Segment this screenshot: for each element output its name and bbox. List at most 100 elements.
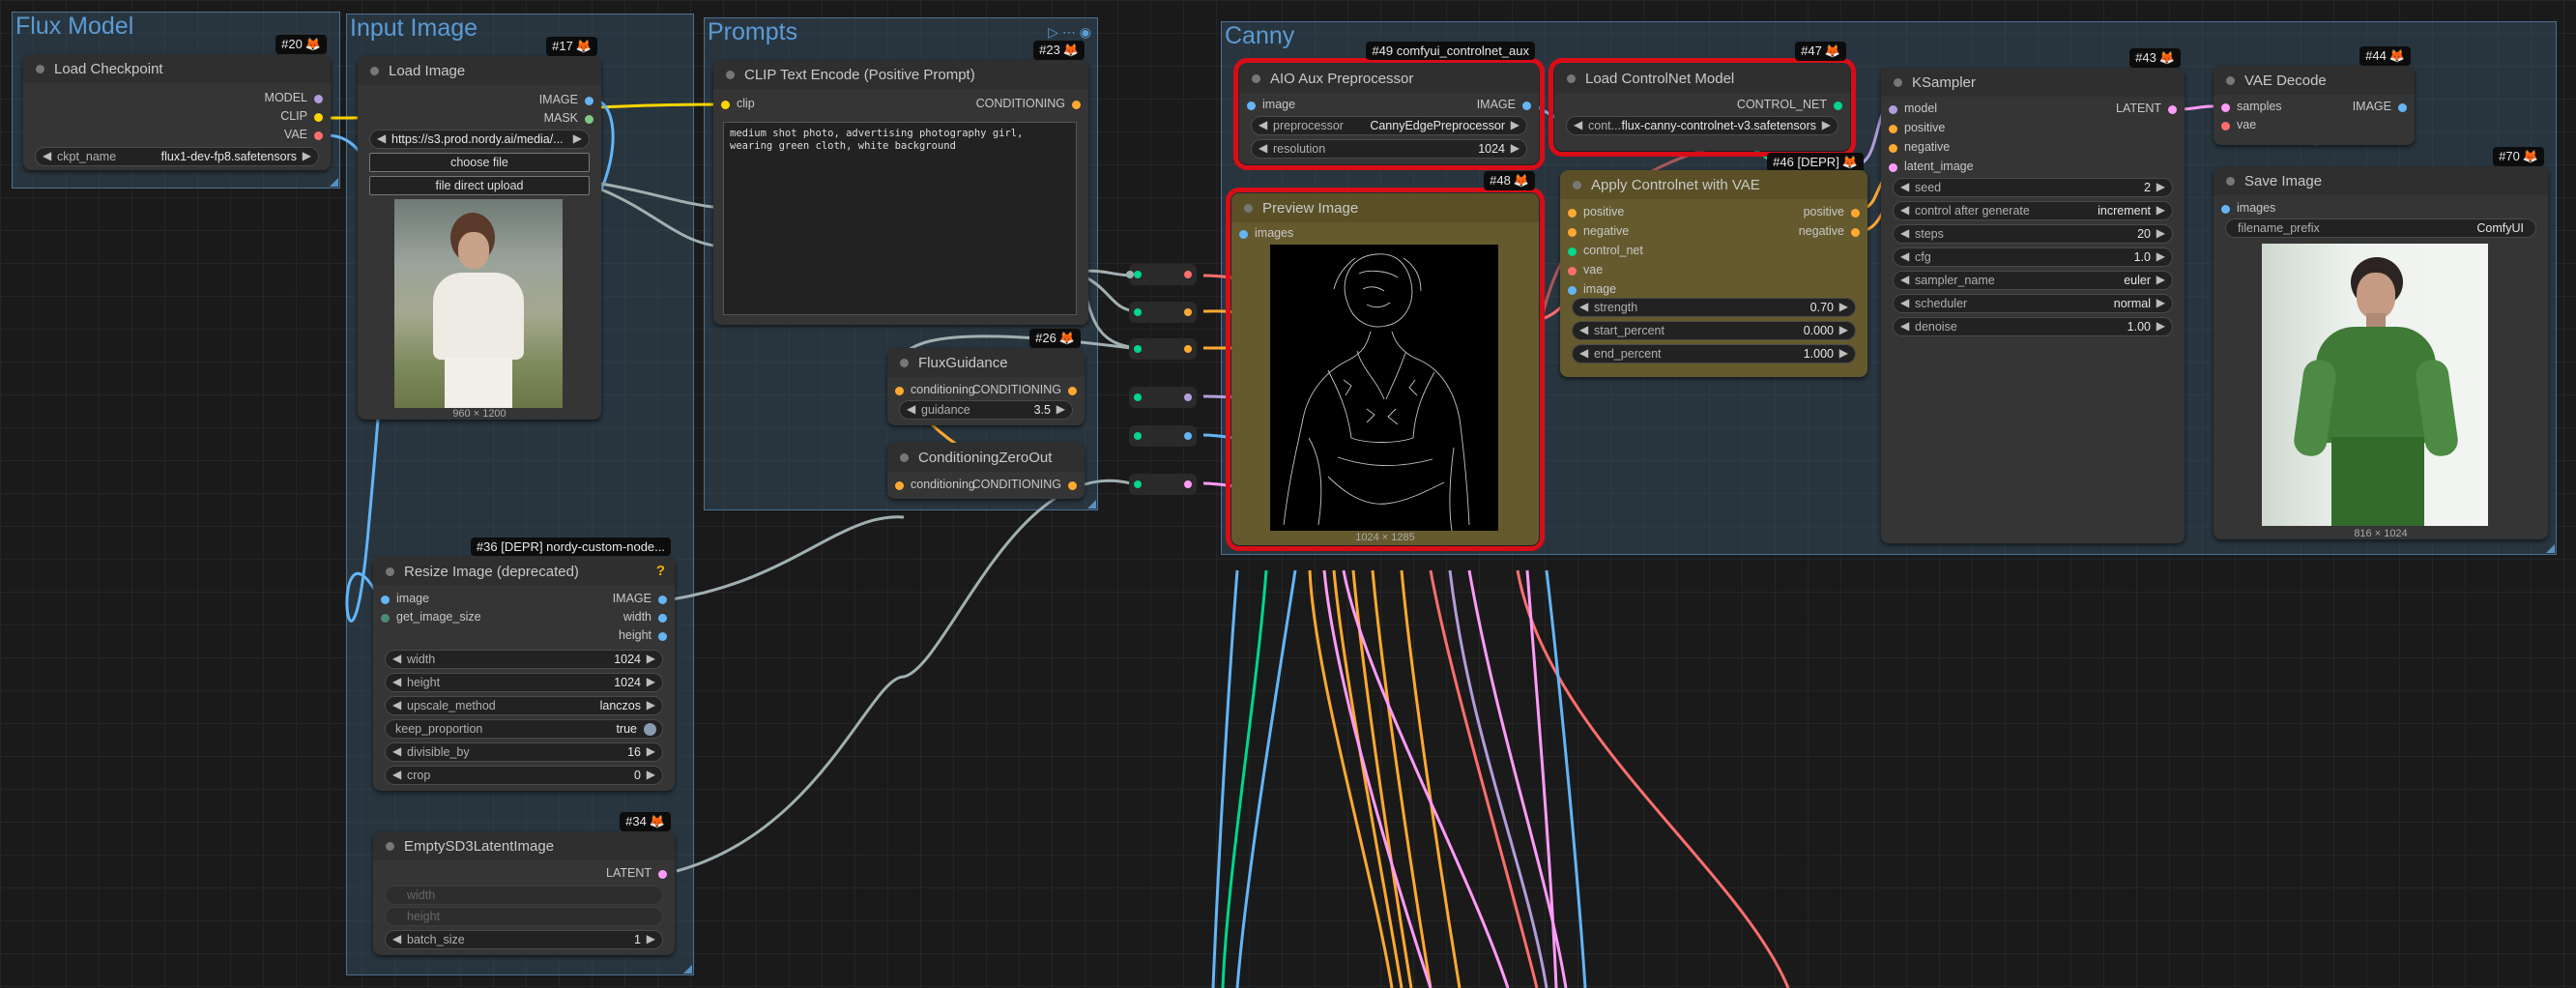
output-image[interactable]: IMAGE xyxy=(1477,98,1531,115)
input-images[interactable]: images xyxy=(1239,226,1293,244)
input-negative[interactable]: negative xyxy=(1889,140,1950,158)
node-canvas[interactable]: Flux Model Input Image Prompts ▷ ⋯ ◉ Can… xyxy=(0,0,2576,988)
width-widget-converted[interactable]: width xyxy=(385,886,663,905)
collapse-dot[interactable] xyxy=(2226,76,2235,85)
node-ksampler[interactable]: #43 🦊 KSampler model positive negative la… xyxy=(1881,48,2185,543)
input-conditioning[interactable]: conditioning xyxy=(895,478,975,495)
node-flux-guidance[interactable]: #26 🦊 FluxGuidance conditioning CONDITION… xyxy=(887,329,1085,425)
start-percent-widget[interactable]: ◀ start_percent 0.000 ▶ xyxy=(1572,321,1856,340)
input-image[interactable]: image xyxy=(1247,98,1295,115)
collapse-dot[interactable] xyxy=(900,359,909,367)
collapse-dot[interactable] xyxy=(2226,177,2235,186)
input-get-image-size[interactable]: get_image_size xyxy=(381,610,481,627)
collapse-dot[interactable] xyxy=(1573,181,1581,189)
choose-file-button[interactable]: choose file xyxy=(369,153,590,172)
width-widget[interactable]: ◀ width 1024 ▶ xyxy=(385,650,663,669)
input-latent-image[interactable]: latent_image xyxy=(1889,160,1974,177)
control-net-name-widget[interactable]: ◀ cont... flux-canny-controlnet-v3.safeten… xyxy=(1566,116,1838,135)
input-negative[interactable]: negative xyxy=(1568,224,1629,242)
input-images[interactable]: images xyxy=(2221,201,2275,218)
collapse-dot[interactable] xyxy=(1252,74,1260,83)
reroute-node[interactable] xyxy=(1129,302,1197,323)
input-model[interactable]: model xyxy=(1889,102,1937,119)
node-clip-text-encode[interactable]: #23 🦊 CLIP Text Encode (Positive Prompt) … xyxy=(713,41,1088,325)
crop-widget[interactable]: ◀ crop 0 ▶ xyxy=(385,766,663,785)
prompt-textarea[interactable]: medium shot photo, advertising photograp… xyxy=(723,122,1077,315)
node-conditioning-zero-out[interactable]: ConditioningZeroOut conditioning CONDITI… xyxy=(887,443,1085,499)
output-positive[interactable]: positive xyxy=(1804,205,1860,222)
reroute-node[interactable] xyxy=(1126,264,1197,285)
height-widget-converted[interactable]: height xyxy=(385,907,663,926)
ckpt-name-widget[interactable]: ◀ ckpt_name flux1-dev-fp8.safetensors ▶ xyxy=(35,147,319,166)
collapse-dot[interactable] xyxy=(1244,204,1253,213)
node-load-controlnet[interactable]: #47 🦊 Load ControlNet Model CONTROL_NET ◀… xyxy=(1548,42,1856,157)
upscale-method-widget[interactable]: ◀ upscale_method lanczos ▶ xyxy=(385,696,663,715)
seed-widget[interactable]: ◀ seed 2 ▶ xyxy=(1893,178,2173,197)
reroute-node[interactable] xyxy=(1129,387,1197,408)
input-conditioning[interactable]: conditioning xyxy=(895,383,975,400)
resolution-widget[interactable]: ◀ resolution 1024 ▶ xyxy=(1251,139,1527,159)
batch-size-widget[interactable]: ◀ batch_size 1 ▶ xyxy=(385,930,663,949)
input-vae[interactable]: vae xyxy=(2221,118,2256,135)
end-percent-widget[interactable]: ◀ end_percent 1.000 ▶ xyxy=(1572,344,1856,363)
input-positive[interactable]: positive xyxy=(1568,205,1624,222)
height-widget[interactable]: ◀ height 1024 ▶ xyxy=(385,673,663,692)
node-empty-sd3-latent[interactable]: #34 🦊 EmptySD3LatentImage LATENT width he… xyxy=(373,812,675,955)
output-latent[interactable]: LATENT xyxy=(606,866,667,884)
file-direct-upload-button[interactable]: file direct upload xyxy=(369,176,590,195)
reroute-node[interactable] xyxy=(1129,474,1197,495)
input-positive[interactable]: positive xyxy=(1889,121,1945,138)
divisible-by-widget[interactable]: ◀ divisible_by 16 ▶ xyxy=(385,742,663,762)
node-vae-decode[interactable]: #44 🦊 VAE Decode samples vae IMAGE xyxy=(2214,46,2415,145)
cfg-widget[interactable]: ◀ cfg 1.0 ▶ xyxy=(1893,247,2173,267)
image-url-widget[interactable]: ◀ https://s3.prod.nordy.ai/media/... ▶ xyxy=(369,130,590,149)
sampler-name-widget[interactable]: ◀ sampler_name euler ▶ xyxy=(1893,271,2173,290)
output-clip[interactable]: CLIP xyxy=(280,109,323,127)
node-load-checkpoint[interactable]: #20 🦊 Load Checkpoint MODEL CLIP VAE ◀ ckp… xyxy=(23,35,331,170)
output-conditioning[interactable]: CONDITIONING xyxy=(976,97,1081,114)
guidance-widget[interactable]: ◀ guidance 3.5 ▶ xyxy=(899,400,1073,420)
node-resize-image[interactable]: #36 [DEPR] nordy-custom-node... Resize I… xyxy=(373,538,675,791)
output-image[interactable]: IMAGE xyxy=(613,592,667,609)
filename-prefix-widget[interactable]: filename_prefix ComfyUI xyxy=(2225,218,2536,238)
node-save-image[interactable]: #70 🦊 Save Image images filename_prefix Co… xyxy=(2214,147,2548,539)
collapse-dot[interactable] xyxy=(386,567,394,576)
node-load-image[interactable]: #17 🦊 Load Image IMAGE MASK ◀ https://s3.p… xyxy=(358,37,601,420)
keep-proportion-toggle[interactable]: keep_proportion true xyxy=(385,719,663,739)
node-apply-controlnet-vae[interactable]: #46 [DEPR] 🦊 Apply Controlnet with VAE po… xyxy=(1560,153,1867,377)
output-control-net[interactable]: CONTROL_NET xyxy=(1737,98,1842,115)
node-preview-image[interactable]: #48 🦊 Preview Image images 1024 × 1285 xyxy=(1226,171,1545,551)
output-mask[interactable]: MASK xyxy=(544,111,593,129)
collapse-dot[interactable] xyxy=(370,67,379,75)
output-latent[interactable]: LATENT xyxy=(2116,102,2177,119)
output-image[interactable]: IMAGE xyxy=(539,93,593,110)
help-icon[interactable]: ? xyxy=(656,563,665,579)
collapse-dot[interactable] xyxy=(1567,74,1576,83)
control-after-generate-widget[interactable]: ◀ control after generate increment ▶ xyxy=(1893,201,2173,220)
collapse-dot[interactable] xyxy=(900,453,909,462)
output-conditioning[interactable]: CONDITIONING xyxy=(972,478,1077,495)
collapse-dot[interactable] xyxy=(726,71,735,79)
output-negative[interactable]: negative xyxy=(1799,224,1860,242)
steps-widget[interactable]: ◀ steps 20 ▶ xyxy=(1893,224,2173,244)
preprocessor-widget[interactable]: ◀ preprocessor CannyEdgePreprocessor ▶ xyxy=(1251,116,1527,135)
input-image[interactable]: image xyxy=(381,592,429,609)
input-vae[interactable]: vae xyxy=(1568,263,1603,280)
reroute-node[interactable] xyxy=(1129,425,1197,447)
input-control-net[interactable]: control_net xyxy=(1568,244,1643,261)
node-aio-aux-preprocessor[interactable]: #49 comfyui_controlnet_aux AIO Aux Prepr… xyxy=(1233,42,1545,170)
input-samples[interactable]: samples xyxy=(2221,100,2282,117)
collapse-dot[interactable] xyxy=(386,842,394,851)
denoise-widget[interactable]: ◀ denoise 1.00 ▶ xyxy=(1893,317,2173,336)
output-vae[interactable]: VAE xyxy=(284,128,323,145)
output-conditioning[interactable]: CONDITIONING xyxy=(972,383,1077,400)
scheduler-widget[interactable]: ◀ scheduler normal ▶ xyxy=(1893,294,2173,313)
collapse-dot[interactable] xyxy=(36,65,44,73)
strength-widget[interactable]: ◀ strength 0.70 ▶ xyxy=(1572,298,1856,317)
input-clip[interactable]: clip xyxy=(721,97,755,114)
output-image[interactable]: IMAGE xyxy=(2353,100,2407,117)
reroute-node[interactable] xyxy=(1129,338,1197,360)
output-height[interactable]: height xyxy=(619,628,667,646)
output-width[interactable]: width xyxy=(623,610,667,627)
collapse-dot[interactable] xyxy=(1894,78,1902,87)
